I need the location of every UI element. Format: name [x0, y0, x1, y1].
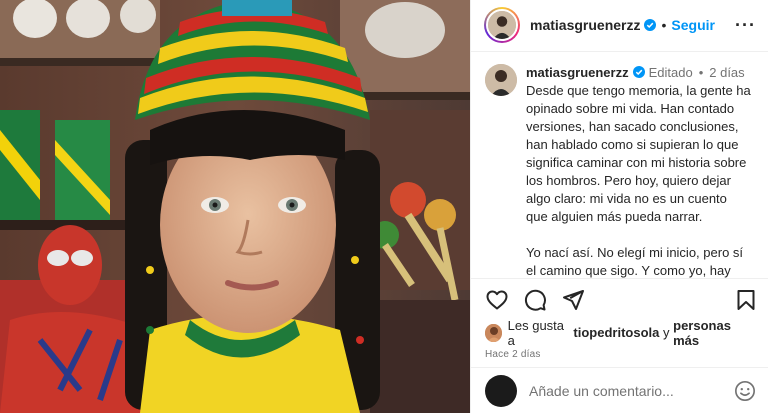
author-avatar[interactable]: [484, 7, 520, 44]
caption-paragraph-2: Yo nací así. No elegí mi inicio, pero sí…: [526, 244, 744, 278]
likes-conjunction: y: [663, 325, 670, 341]
emoji-icon[interactable]: [734, 380, 756, 402]
likes-others-link[interactable]: personas más: [673, 318, 754, 348]
child-portrait-photo: [0, 0, 470, 413]
bookmark-icon[interactable]: [734, 288, 758, 312]
viewer-avatar: [485, 374, 517, 407]
post-image[interactable]: [0, 0, 470, 413]
caption-body: matiasgruenerzz Editado • 2 días Desde que …: [526, 64, 752, 279]
author-username[interactable]: matiasgruenerzz: [530, 17, 640, 33]
verified-badge-icon: [632, 65, 645, 78]
header-separator: •: [661, 17, 667, 34]
caption-username[interactable]: matiasgruenerzz: [526, 65, 629, 80]
avatar-image: [485, 63, 517, 96]
share-icon[interactable]: [561, 288, 585, 312]
liker-username[interactable]: tiopedritosola: [573, 325, 659, 340]
caption-text: Desde que tengo memoria, la gente ha opi…: [526, 82, 752, 279]
comment-icon[interactable]: [523, 288, 547, 312]
avatar-image: [488, 11, 516, 40]
post-timestamp[interactable]: Hace 2 días: [471, 345, 768, 367]
more-options-icon[interactable]: ···: [735, 15, 756, 36]
edited-label: Editado: [648, 64, 693, 80]
caption-time[interactable]: 2 días: [709, 65, 744, 80]
likes-prefix: Les gusta a: [507, 317, 565, 348]
action-bar: [471, 278, 768, 320]
verified-badge-icon: [644, 19, 657, 32]
heart-icon[interactable]: [485, 288, 509, 312]
post-header: matiasgruenerzz • Seguir ···: [471, 0, 768, 52]
comment-box: [471, 367, 768, 413]
liker-avatar[interactable]: [485, 323, 502, 342]
likes-row: Les gusta a tiopedritosola y personas má…: [471, 317, 768, 348]
follow-button[interactable]: Seguir: [671, 17, 715, 33]
instagram-post: matiasgruenerzz • Seguir ··· matiasgruen…: [0, 0, 768, 413]
caption-separator: •: [698, 64, 704, 80]
caption-paragraph-1: Desde que tengo memoria, la gente ha opi…: [526, 82, 751, 224]
comment-input[interactable]: [529, 382, 734, 399]
caption-section: matiasgruenerzz Editado • 2 días Desde que …: [471, 52, 768, 279]
caption-avatar[interactable]: [485, 63, 517, 96]
post-side-panel: matiasgruenerzz • Seguir ··· matiasgruen…: [470, 0, 768, 413]
caption-meta: matiasgruenerzz Editado • 2 días: [526, 64, 752, 82]
